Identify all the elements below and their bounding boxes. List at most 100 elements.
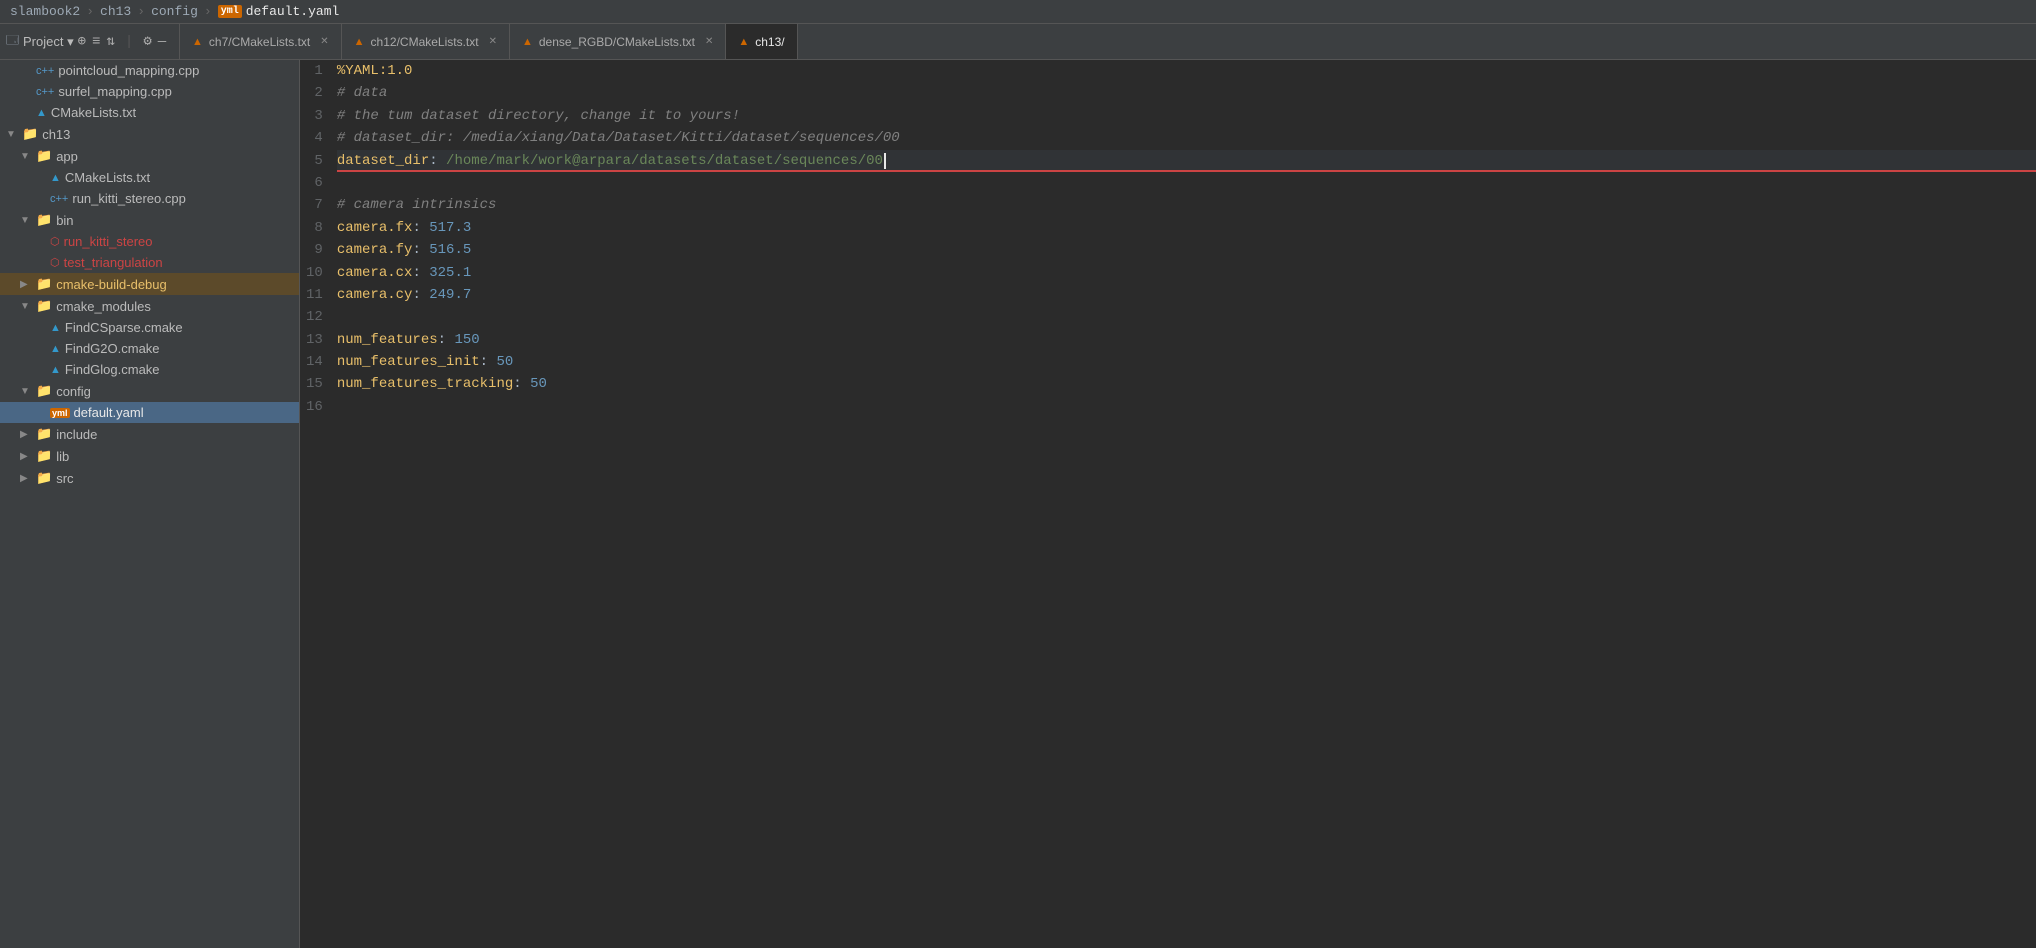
- expand-icon[interactable]: ⇅: [106, 33, 114, 50]
- cmake-icon-app: ▲: [36, 107, 47, 119]
- editor[interactable]: 1 2 3 4 5 6 7 8 9 10 11 12 13 14 15 16: [300, 60, 2036, 948]
- code-text-4: # dataset_dir: /media/xiang/Data/Dataset…: [337, 127, 900, 149]
- code-key-11: camera.cy: [337, 284, 413, 306]
- tab-dense[interactable]: ▲ dense_RGBD/CMakeLists.txt ✕: [510, 24, 726, 59]
- tab-label-ch7: ch7/CMakeLists.txt: [209, 35, 310, 49]
- code-colon-11: :: [412, 284, 429, 306]
- sidebar-label-cmake-ch13: CMakeLists.txt: [65, 170, 293, 185]
- arrow-cmake-modules: ▼: [20, 301, 32, 312]
- sidebar-label-run-kitti: run_kitti_stereo.cpp: [72, 191, 293, 206]
- breadcrumb-item-config[interactable]: config: [151, 4, 198, 19]
- tabs-container: ▲ ch7/CMakeLists.txt ✕ ▲ ch12/CMakeLists…: [180, 24, 798, 59]
- sidebar-item-run-kitti[interactable]: c++ run_kitti_stereo.cpp: [0, 188, 299, 209]
- sidebar-item-config-folder[interactable]: ▼ 📁 config: [0, 380, 299, 402]
- sidebar-label-test-tri: test_triangulation: [64, 255, 293, 270]
- cmake-icon-csparse: ▲: [50, 322, 61, 334]
- target-icon[interactable]: ⊕: [78, 33, 86, 50]
- cmake-icon-ch13: ▲: [50, 172, 61, 184]
- code-val-14: 50: [496, 351, 513, 373]
- sidebar-item-cmake-ch13[interactable]: ▲ CMakeLists.txt: [0, 167, 299, 188]
- breadcrumb-sep-1: ›: [86, 4, 94, 19]
- code-line-16: [337, 396, 2036, 418]
- code-line-5: dataset_dir: /home/mark/work@arpara/data…: [337, 150, 2036, 172]
- code-line-1: %YAML:1.0: [337, 60, 2036, 82]
- cmake-icon-g2o: ▲: [50, 343, 61, 355]
- code-val-10: 325.1: [429, 262, 471, 284]
- arrow-config: ▼: [20, 386, 32, 397]
- sidebar-item-findglog[interactable]: ▲ FindGlog.cmake: [0, 359, 299, 380]
- code-line-8: camera.fx: 517.3: [337, 217, 2036, 239]
- tab-close-ch7[interactable]: ✕: [320, 36, 328, 47]
- breadcrumb-item-ch13[interactable]: ch13: [100, 4, 131, 19]
- code-colon-8: :: [412, 217, 429, 239]
- sidebar-label-config: config: [56, 384, 293, 399]
- tab-bar: 🗔 Project ▾ ⊕ ≡ ⇅ | ⚙ — ▲ ch7/CMakeLists…: [0, 24, 2036, 60]
- sidebar-label-src: src: [56, 471, 293, 486]
- sidebar-item-bin-folder[interactable]: ▼ 📁 bin: [0, 209, 299, 231]
- sidebar-label-findg2o: FindG2O.cmake: [65, 341, 293, 356]
- folder-icon-cmake-modules: 📁: [36, 298, 52, 314]
- sidebar-item-surfel[interactable]: c++ surfel_mapping.cpp: [0, 81, 299, 102]
- sidebar-item-findcsparse[interactable]: ▲ FindCSparse.cmake: [0, 317, 299, 338]
- folder-icon-config: 📁: [36, 383, 52, 399]
- code-val-15: 50: [530, 373, 547, 395]
- code-val-9: 516.5: [429, 239, 471, 261]
- gear-icon[interactable]: ⚙: [143, 33, 151, 50]
- code-colon-14: :: [480, 351, 497, 373]
- code-key-14: num_features_init: [337, 351, 480, 373]
- sidebar-item-findg2o[interactable]: ▲ FindG2O.cmake: [0, 338, 299, 359]
- minus-icon[interactable]: —: [158, 34, 166, 50]
- sidebar-item-default-yaml[interactable]: yml default.yaml: [0, 402, 299, 423]
- sidebar-item-cmake-modules[interactable]: ▼ 📁 cmake_modules: [0, 295, 299, 317]
- folder-icon-lib: 📁: [36, 448, 52, 464]
- sidebar-label-surfel: surfel_mapping.cpp: [58, 84, 293, 99]
- tab-ch7[interactable]: ▲ ch7/CMakeLists.txt ✕: [180, 24, 342, 59]
- folder-icon-include: 📁: [36, 426, 52, 442]
- tab-label-dense: dense_RGBD/CMakeLists.txt: [539, 35, 695, 49]
- folder-icon-src: 📁: [36, 470, 52, 486]
- sidebar-item-app-folder[interactable]: ▼ 📁 app: [0, 145, 299, 167]
- collapse-all-icon[interactable]: ≡: [92, 34, 100, 50]
- sidebar-item-src[interactable]: ▶ 📁 src: [0, 467, 299, 489]
- sidebar-item-ch13-folder[interactable]: ▼ 📁 ch13: [0, 123, 299, 145]
- folder-icon-bin: 📁: [36, 212, 52, 228]
- sidebar-label-lib: lib: [56, 449, 293, 464]
- sidebar-label-pointcloud: pointcloud_mapping.cpp: [58, 63, 293, 78]
- tab-close-dense[interactable]: ✕: [705, 36, 713, 47]
- tab-ch13-active[interactable]: ▲ ch13/: [726, 24, 797, 59]
- sidebar-item-include[interactable]: ▶ 📁 include: [0, 423, 299, 445]
- code-area[interactable]: %YAML:1.0 # data # the tum dataset direc…: [333, 60, 2036, 948]
- breadcrumb: slambook2 › ch13 › config › yml default.…: [0, 0, 2036, 24]
- folder-icon-app: 📁: [36, 148, 52, 164]
- window-icon: 🗔: [6, 31, 19, 52]
- code-colon-9: :: [412, 239, 429, 261]
- arrow-lib: ▶: [20, 451, 32, 462]
- arrow-app: ▼: [20, 151, 32, 162]
- breadcrumb-item-yaml[interactable]: default.yaml: [246, 4, 340, 19]
- sidebar-label-include: include: [56, 427, 293, 442]
- cpp-icon-pointcloud: c++: [36, 65, 54, 77]
- arrow-ch13: ▼: [6, 129, 18, 140]
- sidebar-item-cmake-build[interactable]: ▶ 📁 cmake-build-debug: [0, 273, 299, 295]
- arrow-cmake-build: ▶: [20, 279, 32, 290]
- sidebar-label-cmake-modules: cmake_modules: [56, 299, 293, 314]
- code-text-1: %YAML:1.0: [337, 60, 413, 82]
- sidebar-item-run-kitti-bin[interactable]: ⬡ run_kitti_stereo: [0, 231, 299, 252]
- code-val-13: 150: [454, 329, 479, 351]
- breadcrumb-item-slambook2[interactable]: slambook2: [10, 4, 80, 19]
- code-text-3: # the tum dataset directory, change it t…: [337, 105, 740, 127]
- sidebar-label-findglog: FindGlog.cmake: [65, 362, 293, 377]
- code-colon-13: :: [438, 329, 455, 351]
- tab-label-ch13: ch13/: [755, 35, 784, 49]
- yaml-badge: yml: [218, 5, 242, 18]
- tab-close-ch12[interactable]: ✕: [489, 36, 497, 47]
- tab-ch12[interactable]: ▲ ch12/CMakeLists.txt ✕: [342, 24, 510, 59]
- code-key-15: num_features_tracking: [337, 373, 513, 395]
- sidebar: c++ pointcloud_mapping.cpp c++ surfel_ma…: [0, 60, 300, 948]
- sidebar-item-lib[interactable]: ▶ 📁 lib: [0, 445, 299, 467]
- sidebar-item-cmake-app[interactable]: ▲ CMakeLists.txt: [0, 102, 299, 123]
- code-key-9: camera.fy: [337, 239, 413, 261]
- sidebar-item-test-tri[interactable]: ⬡ test_triangulation: [0, 252, 299, 273]
- sidebar-item-pointcloud[interactable]: c++ pointcloud_mapping.cpp: [0, 60, 299, 81]
- tab-cmake-icon-dense: ▲: [522, 36, 533, 48]
